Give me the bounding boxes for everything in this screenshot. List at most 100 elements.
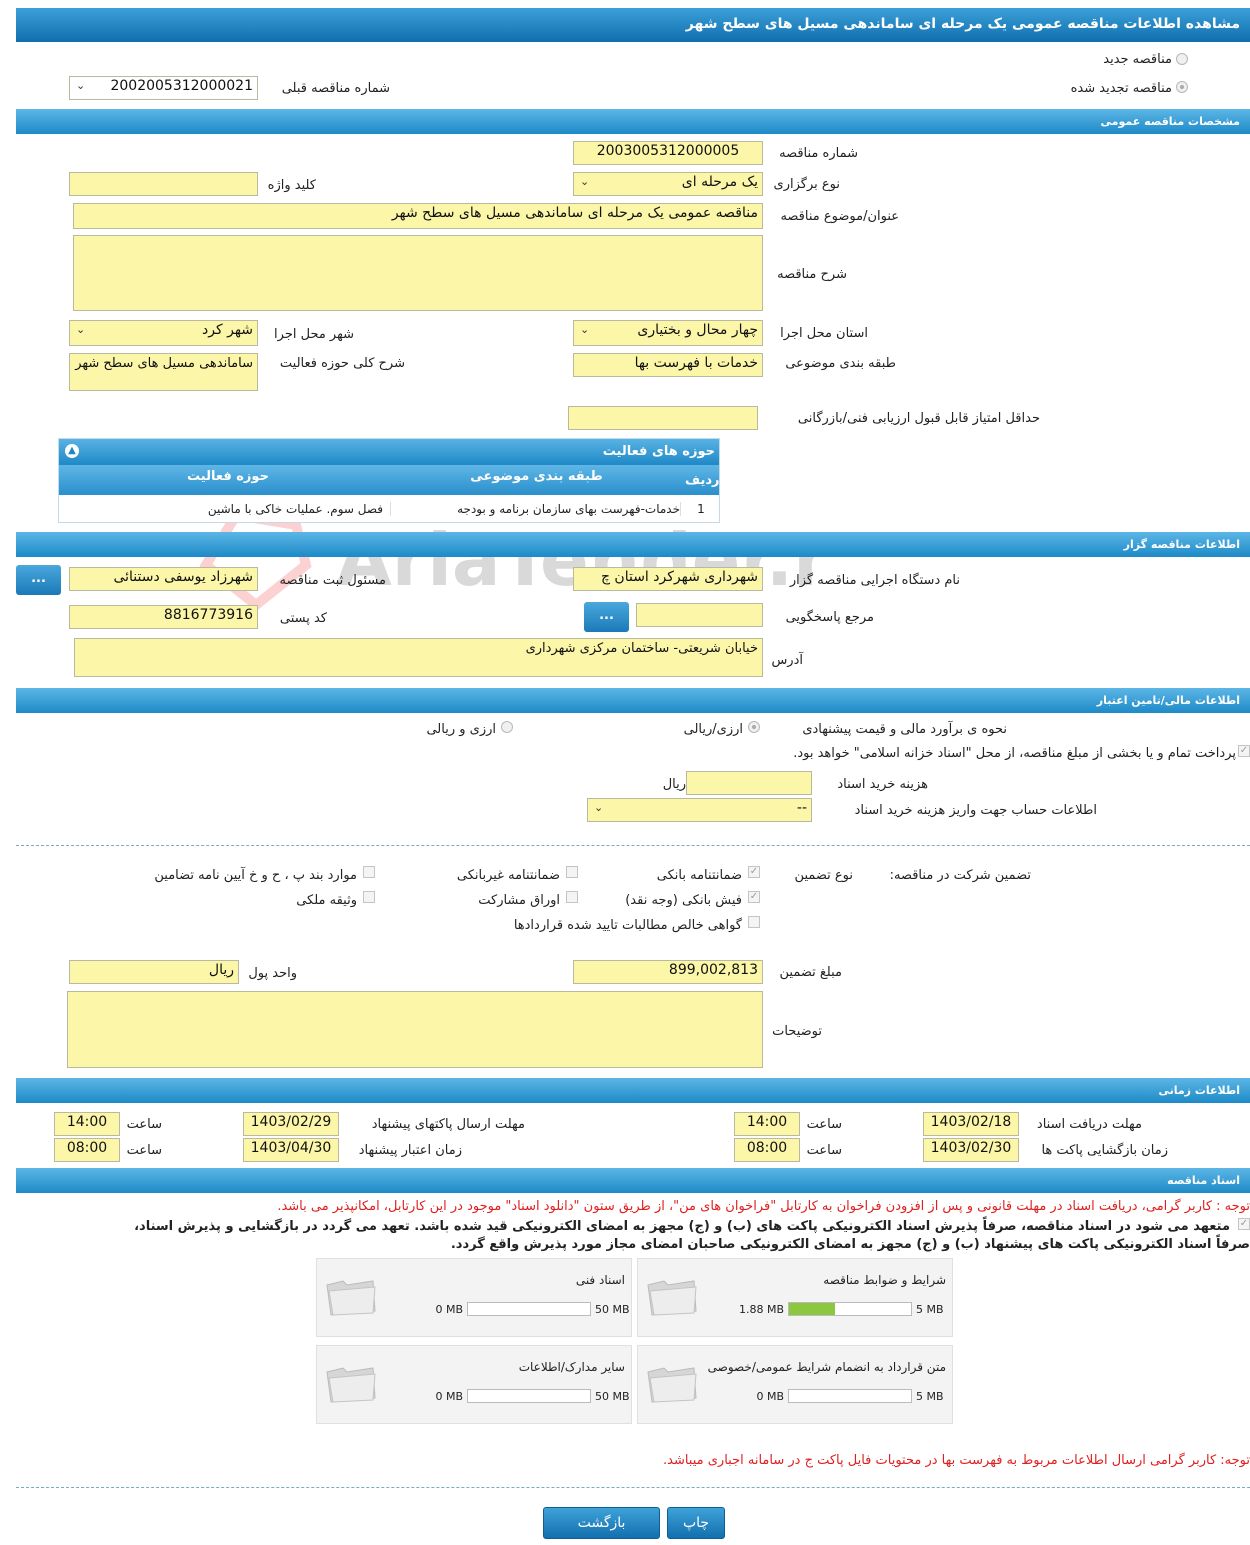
radio-currency-and-rial[interactable] xyxy=(501,721,513,733)
reference-lookup-button[interactable]: ... xyxy=(584,602,629,632)
property-collateral-checkbox[interactable] xyxy=(363,891,375,903)
description-label: شرح مناقصه xyxy=(777,267,847,282)
radio-renewed-tender[interactable] xyxy=(1176,81,1188,93)
responsible-lookup-button[interactable]: ... xyxy=(16,565,61,595)
validity-label: زمان اعتبار پیشنهاد xyxy=(358,1143,462,1158)
folder-icon xyxy=(326,1367,376,1403)
prev-number-label: شماره مناقصه قبلی xyxy=(281,81,390,96)
net-claims-checkbox[interactable] xyxy=(748,916,760,928)
bylaw-items-label: موارد بند پ ، ح و خ آیین نامه تضامین xyxy=(154,868,357,883)
responsible-label: مسئول ثبت مناقصه xyxy=(279,573,386,588)
commit-checkbox[interactable]: ✓ xyxy=(1238,1218,1250,1230)
radio-new-tender[interactable] xyxy=(1176,53,1188,65)
send-deadline-time: 14:00 xyxy=(54,1112,120,1136)
section-documents-title: اسناد مناقصه xyxy=(1167,1174,1240,1187)
cell-row: 1 xyxy=(697,502,705,516)
account-label: اطلاعات حساب جهت واریز هزینه خرید اسناد xyxy=(854,803,1097,818)
province-select[interactable]: ⌄ چهار محال و بختیاری xyxy=(573,320,763,346)
page-title-bar: مشاهده اطلاعات مناقصه عمومی یک مرحله ای … xyxy=(16,8,1250,42)
prev-number-select[interactable]: ⌄ 2002005312000021 xyxy=(69,76,258,100)
time-label: ساعت xyxy=(806,1143,842,1158)
time-label: ساعت xyxy=(126,1143,162,1158)
keyword-label: کلید واژه xyxy=(267,178,316,193)
city-select[interactable]: ⌄ شهر کرد xyxy=(69,320,258,346)
account-select[interactable]: ⌄ -- xyxy=(587,798,812,822)
bank-receipt-checkbox[interactable]: ✓ xyxy=(748,891,760,903)
reference-field[interactable] xyxy=(636,603,763,627)
city-label: شهر محل اجرا xyxy=(274,327,354,342)
tender-number-label: شماره مناقصه xyxy=(779,146,858,161)
send-deadline-date: 1403/02/29 xyxy=(243,1112,339,1136)
prev-number-value: 2002005312000021 xyxy=(110,78,253,94)
folder-icon xyxy=(326,1280,376,1316)
folder-icon xyxy=(647,1280,697,1316)
collapse-icon[interactable]: ▲ xyxy=(65,444,79,458)
doc-receive-time: 14:00 xyxy=(734,1112,800,1136)
table-row: 1 خدمات-فهرست بهای سازمان برنامه و بودجه… xyxy=(59,495,719,523)
opening-label: زمان بازگشایی پاکت ها xyxy=(1041,1143,1168,1158)
tile-used: 0 MB xyxy=(435,1303,463,1316)
notes-field[interactable] xyxy=(67,991,763,1068)
participation-bonds-label: اوراق مشارکت xyxy=(478,893,560,908)
doc-tile-other[interactable]: سایر مدارک/اطلاعات 0 MB 50 MB xyxy=(316,1345,632,1424)
tile-progress xyxy=(467,1389,591,1403)
min-score-field[interactable] xyxy=(568,406,758,430)
address-field: خیابان شریعتی- ساختمان مرکزی شهرداری xyxy=(74,638,763,677)
section-timing-title: اطلاعات زمانی xyxy=(1158,1084,1240,1097)
tile-name: سایر مدارک/اطلاعات xyxy=(518,1360,625,1374)
activity-table-title: حوزه های فعالیت xyxy=(602,444,715,459)
tile-name: اسناد فنی xyxy=(575,1273,625,1287)
bottom-note: توجه: کاربر گرامی ارسال اطلاعات مربوط به… xyxy=(663,1453,1250,1468)
property-collateral-label: وثیقه ملکی xyxy=(296,893,357,908)
tile-used: 0 MB xyxy=(435,1390,463,1403)
doc-cost-unit: ریال xyxy=(662,777,686,792)
doc-cost-field xyxy=(686,771,812,795)
activity-label: شرح کلی حوزه فعالیت xyxy=(279,356,405,371)
tile-max: 5 MB xyxy=(916,1303,944,1316)
radio-currency-rial[interactable] xyxy=(748,721,760,733)
org-field: شهرداری شهرکرد استان چ xyxy=(573,567,763,591)
guarantee-type-label: نوع تضمین xyxy=(794,868,853,883)
print-button[interactable]: چاپ xyxy=(667,1507,725,1539)
cell-category: خدمات-فهرست بهای سازمان برنامه و بودجه xyxy=(390,502,681,516)
section-organizer-title: اطلاعات مناقصه گزار xyxy=(1123,538,1240,551)
documents-note: توجه : کاربر گرامی، دریافت اسناد در مهلت… xyxy=(277,1199,1250,1214)
bank-guarantee-checkbox[interactable]: ✓ xyxy=(748,866,760,878)
doc-tile-contract[interactable]: متن قرارداد به انضمام شرایط عمومی/خصوصی … xyxy=(637,1345,953,1424)
treasury-note: پرداخت تمام و یا بخشی از مبلغ مناقصه، از… xyxy=(793,746,1236,761)
province-value: چهار محال و بختیاری xyxy=(637,322,758,338)
tile-name: متن قرارداد به انضمام شرایط عمومی/خصوصی xyxy=(707,1360,946,1374)
section-general-title: مشخصات مناقصه عمومی xyxy=(1100,115,1240,128)
type-label: نوع برگزاری xyxy=(773,177,840,192)
tile-progress xyxy=(467,1302,591,1316)
responsible-field: شهرزاد یوسفی دستنائی xyxy=(69,567,258,591)
notes-label: توضیحات xyxy=(772,1024,822,1039)
section-financial-title: اطلاعات مالی/تامین اعتبار xyxy=(1096,694,1240,707)
radio-currency-rial-label: ارزی/ریالی xyxy=(683,722,743,737)
keyword-field[interactable] xyxy=(69,172,258,196)
doc-cost-label: هزینه خرید اسناد xyxy=(837,777,928,792)
bylaw-items-checkbox[interactable] xyxy=(363,866,375,878)
radio-renewed-label: مناقصه تجدید شده xyxy=(1070,81,1172,96)
cell-activity: فصل سوم. عملیات خاکی با ماشین xyxy=(207,502,383,516)
postal-label: کد پستی xyxy=(279,611,327,626)
tile-used: 0 MB xyxy=(756,1390,784,1403)
non-bank-guarantee-label: ضمانتنامه غیربانکی xyxy=(456,868,560,883)
section-general-header: مشخصات مناقصه عمومی xyxy=(16,109,1250,134)
description-field[interactable] xyxy=(73,235,763,311)
back-button[interactable]: بازگشت xyxy=(543,1507,660,1539)
type-select[interactable]: ⌄ یک مرحله ای xyxy=(573,172,763,196)
doc-tile-technical[interactable]: اسناد فنی 0 MB 50 MB xyxy=(316,1258,632,1337)
doc-tile-conditions[interactable]: شرایط و ضوابط مناقصه 1.88 MB 5 MB xyxy=(637,1258,953,1337)
non-bank-guarantee-checkbox[interactable] xyxy=(566,866,578,878)
tile-max: 50 MB xyxy=(595,1303,630,1316)
tile-progress xyxy=(788,1389,912,1403)
province-label: استان محل اجرا xyxy=(780,326,868,341)
treasury-checkbox[interactable]: ✓ xyxy=(1238,745,1250,757)
category-field: خدمات با فهرست بها xyxy=(573,353,763,377)
participation-bonds-checkbox[interactable] xyxy=(566,891,578,903)
chevron-down-icon: ⌄ xyxy=(580,175,590,188)
section-timing-header: اطلاعات زمانی xyxy=(16,1078,1250,1103)
tile-progress xyxy=(788,1302,912,1316)
time-label: ساعت xyxy=(126,1117,162,1132)
